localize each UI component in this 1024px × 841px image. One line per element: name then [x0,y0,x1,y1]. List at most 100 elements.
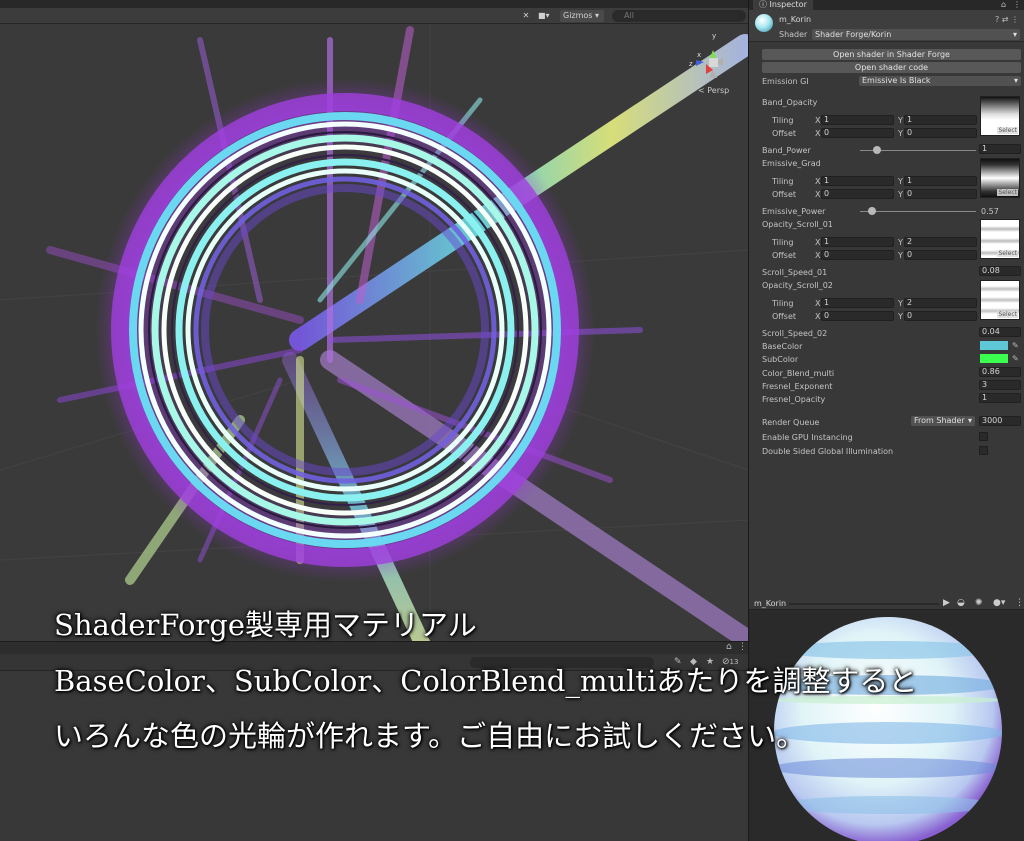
x-label: X [815,299,821,308]
preview-toolbar: m_Korin ▶ ◒ ✺ ●▾ ⋮ [749,597,1024,610]
sub-color-label: SubColor [762,355,799,364]
sphere-icon[interactable]: ●▾ [993,598,1005,608]
camera-icon[interactable]: ■▾ [538,10,556,22]
help-icon[interactable]: ? [995,15,999,24]
texture-select-button[interactable]: Select [997,127,1018,134]
material-icon [755,14,773,32]
render-queue-dropdown[interactable]: From Shader [911,416,975,426]
offset-label: Offset [772,190,797,199]
band-opacity-texture[interactable]: Select [980,96,1020,136]
open-shader-code-button[interactable]: Open shader code [762,62,1021,73]
preset-icon[interactable]: ⇄ [1002,15,1009,24]
double-sided-gi-checkbox[interactable] [979,446,988,455]
preview-resize-handle[interactable] [789,603,939,605]
axis-z-label: z [689,60,693,68]
y-label: Y [898,299,903,308]
menu-icon[interactable]: ⋮ [738,642,747,652]
opacity-scroll-01-offset-y[interactable]: 0 [904,250,977,260]
fresnel-opacity-field[interactable]: 1 [979,393,1021,403]
caption-line-1: ShaderForge製専用マテリアル [54,608,477,642]
opacity-scroll-02-tiling-y[interactable]: 2 [904,298,977,308]
offset-label: Offset [772,312,797,321]
opacity-scroll-01-offset-x[interactable]: 0 [821,250,894,260]
x-label: X [815,177,821,186]
opacity-scroll-01-texture[interactable]: Select [980,219,1020,259]
tiling-label: Tiling [772,299,794,308]
scene-view[interactable]: ✕ ■▾ Gizmos ▾ All x z y < Persp [0,0,748,641]
shader-dropdown[interactable]: Shader Forge/Korin [812,29,1020,40]
lock-icon[interactable]: ⌂ [1001,0,1006,9]
light-icon[interactable]: ✺ [975,598,983,608]
fresnel-opacity-label: Fresnel_Opacity [762,395,826,404]
band-opacity-tiling-y[interactable]: 1 [904,115,977,125]
emissive-grad-tiling-y[interactable]: 1 [904,176,977,186]
gizmos-button[interactable]: Gizmos ▾ [560,10,604,22]
opacity-scroll-02-tiling-x[interactable]: 1 [821,298,894,308]
color-blend-multi-field[interactable]: 0.86 [979,367,1021,377]
emissive-grad-texture[interactable]: Select [980,158,1020,198]
inspector-tab[interactable]: ⓘ Inspector [753,0,813,10]
opacity-scroll-02-texture[interactable]: Select [980,280,1020,320]
scene-canvas[interactable]: x z y [0,24,748,641]
texture-select-button[interactable]: Select [997,311,1018,318]
context-menu-icon[interactable]: ⋮ [1011,15,1019,24]
menu-icon[interactable]: ⋮ [1015,598,1024,608]
shader-value: Shader Forge/Korin [815,30,892,39]
preview-title: m_Korin [754,599,787,608]
eyedropper-icon[interactable]: ✎ [1012,354,1019,363]
open-shader-forge-button[interactable]: Open shader in Shader Forge [762,49,1021,60]
band-opacity-offset-y[interactable]: 0 [904,128,977,138]
offset-label: Offset [772,251,797,260]
emissive-power-slider-track[interactable] [860,211,976,212]
persp-label[interactable]: < Persp [698,86,729,95]
y-label: Y [898,177,903,186]
opacity-scroll-02-offset-y[interactable]: 0 [904,311,977,321]
lock-icon[interactable]: ⌂ [726,642,732,652]
y-label: Y [898,116,903,125]
scroll-speed-02-field[interactable]: 0.04 [979,327,1021,337]
render-queue-field[interactable]: 3000 [979,416,1021,426]
x-label: X [815,251,821,260]
x-label: X [815,190,821,199]
sub-color-swatch[interactable] [980,354,1008,363]
opacity-scroll-01-tiling-y[interactable]: 2 [904,237,977,247]
band-power-field[interactable]: 1 [979,144,1021,154]
emissive-grad-tiling-x[interactable]: 1 [821,176,894,186]
render-queue-mode: From Shader [914,416,965,425]
halo-rings [95,78,595,582]
axis-x-label: x [697,51,701,59]
tools-icon[interactable]: ✕ [520,10,532,22]
opacity-scroll-01-tiling-x[interactable]: 1 [821,237,894,247]
color-blend-multi-label: Color_Blend_multi [762,369,835,378]
fresnel-exponent-field[interactable]: 3 [979,380,1021,390]
inspector-tab-label: Inspector [769,0,807,9]
texture-select-button[interactable]: Select [997,250,1018,257]
emissive-grad-offset-x[interactable]: 0 [821,189,894,199]
opacity-scroll-02-offset-x[interactable]: 0 [821,311,894,321]
scroll-speed-01-field[interactable]: 0.08 [979,266,1021,276]
emissive-power-slider-knob[interactable] [867,207,876,215]
emissive-power-field[interactable]: 0.57 [981,207,999,216]
eyedropper-icon[interactable]: ✎ [1012,341,1019,350]
menu-icon[interactable]: ⋮ [1013,0,1021,9]
band-opacity-offset-x[interactable]: 0 [821,128,894,138]
preview-shape-icon[interactable]: ◒ [957,598,965,608]
play-icon[interactable]: ▶ [943,598,950,608]
texture-select-button[interactable]: Select [997,189,1018,196]
tiling-label: Tiling [772,238,794,247]
base-color-swatch[interactable] [980,341,1008,350]
emission-gi-dropdown[interactable]: Emissive Is Black [859,76,1021,86]
tiling-label: Tiling [772,177,794,186]
gpu-instancing-label: Enable GPU Instancing [762,433,853,442]
band-opacity-tiling-x[interactable]: 1 [821,115,894,125]
scene-search-input[interactable]: All [612,10,746,22]
material-header: m_Korin Shader Shader Forge/Korin ? ⇄ ⋮ [749,10,1024,42]
header-icons: ? ⇄ ⋮ [995,15,1019,24]
gpu-instancing-checkbox[interactable] [979,432,988,441]
opacity-scroll-01-label: Opacity_Scroll_01 [762,220,833,229]
emissive-grad-offset-y[interactable]: 0 [904,189,977,199]
y-label: Y [898,238,903,247]
x-label: X [815,129,821,138]
tiling-label: Tiling [772,116,794,125]
emissive-grad-label: Emissive_Grad [762,159,821,168]
